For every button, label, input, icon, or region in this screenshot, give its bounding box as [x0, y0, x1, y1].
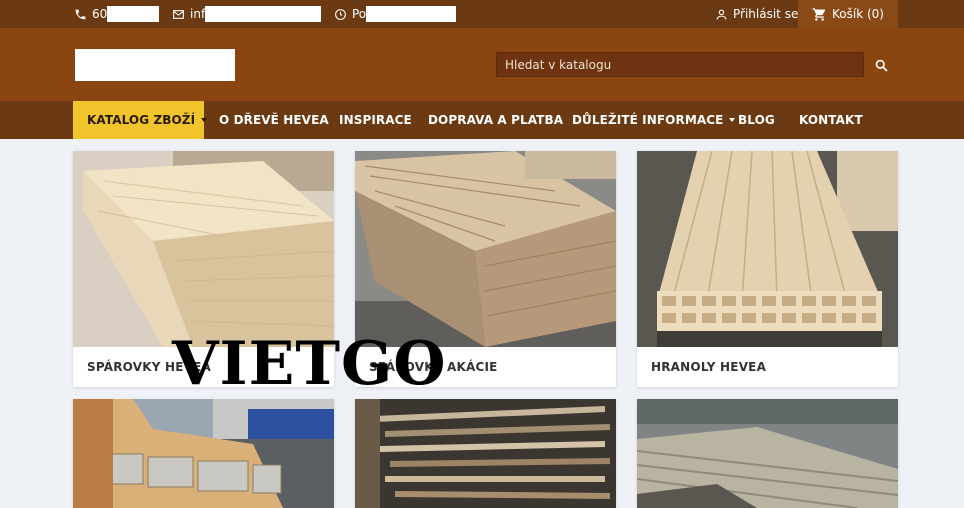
phone-contact[interactable]: 60	[74, 0, 160, 28]
product-title[interactable]: HRANOLY HEVEA	[637, 347, 898, 387]
nav-item-label: DOPRAVA A PLATBA	[428, 113, 564, 127]
cart-label: Košík (0)	[832, 7, 884, 21]
login-link[interactable]: Přihlásit se	[715, 0, 798, 28]
product-card[interactable]	[355, 399, 616, 508]
email-contact[interactable]: inf	[172, 0, 322, 28]
search-icon	[875, 59, 887, 71]
nav-item-label: DŮLEŽITÉ INFORMACE	[572, 113, 724, 127]
phone-redaction	[107, 6, 160, 22]
user-icon	[716, 9, 727, 19]
main-navigation: KATALOG ZBOŽÍ O DŘEVĚ HEVEA INSPIRACE DO…	[0, 101, 964, 139]
chevron-down-icon	[729, 118, 736, 122]
nav-item-label: KATALOG ZBOŽÍ	[87, 113, 196, 127]
search-button[interactable]	[870, 54, 892, 76]
nav-item-label: O DŘEVĚ HEVEA	[219, 113, 329, 127]
nav-item-about-hevea[interactable]: O DŘEVĚ HEVEA	[219, 101, 329, 139]
product-image[interactable]	[73, 151, 334, 347]
top-bar: 60 inf Po Přihlásit se Košík (0)	[0, 0, 964, 28]
hours-redaction	[366, 6, 457, 22]
email-redaction	[205, 6, 322, 22]
email-text: inf	[190, 7, 206, 21]
mail-icon	[173, 9, 184, 19]
nav-item-label: BLOG	[738, 113, 775, 127]
nav-item-important-info[interactable]: DŮLEŽITÉ INFORMACE	[572, 101, 736, 139]
watermark-text: VIETGO	[172, 329, 447, 399]
product-image[interactable]	[637, 151, 898, 347]
nav-item-shipping-payment[interactable]: DOPRAVA A PLATBA	[428, 101, 563, 139]
site-logo[interactable]	[75, 49, 235, 81]
chevron-down-icon	[201, 118, 208, 122]
nav-item-blog[interactable]: BLOG	[738, 101, 775, 139]
cart-icon	[812, 7, 826, 21]
cart-button[interactable]: Košík (0)	[798, 0, 898, 28]
clock-icon	[335, 8, 346, 20]
hours-text: Po	[352, 7, 367, 21]
login-label: Přihlásit se	[733, 7, 799, 21]
product-image[interactable]	[73, 399, 334, 508]
phone-text: 60	[92, 7, 108, 21]
product-image[interactable]	[355, 399, 616, 508]
nav-item-label: INSPIRACE	[339, 113, 412, 127]
nav-item-catalog[interactable]: KATALOG ZBOŽÍ	[73, 101, 208, 139]
product-card[interactable]: HRANOLY HEVEA	[637, 151, 898, 387]
product-image[interactable]	[355, 151, 616, 347]
product-image[interactable]	[637, 399, 898, 508]
nav-item-label: KONTAKT	[799, 113, 863, 127]
nav-item-inspiration[interactable]: INSPIRACE	[339, 101, 412, 139]
opening-hours: Po	[334, 0, 457, 28]
site-header	[0, 28, 964, 101]
product-card[interactable]	[637, 399, 898, 508]
product-card[interactable]	[73, 399, 334, 508]
search-input[interactable]	[496, 52, 864, 77]
nav-item-contact[interactable]: KONTAKT	[799, 101, 863, 139]
phone-icon	[75, 9, 86, 19]
